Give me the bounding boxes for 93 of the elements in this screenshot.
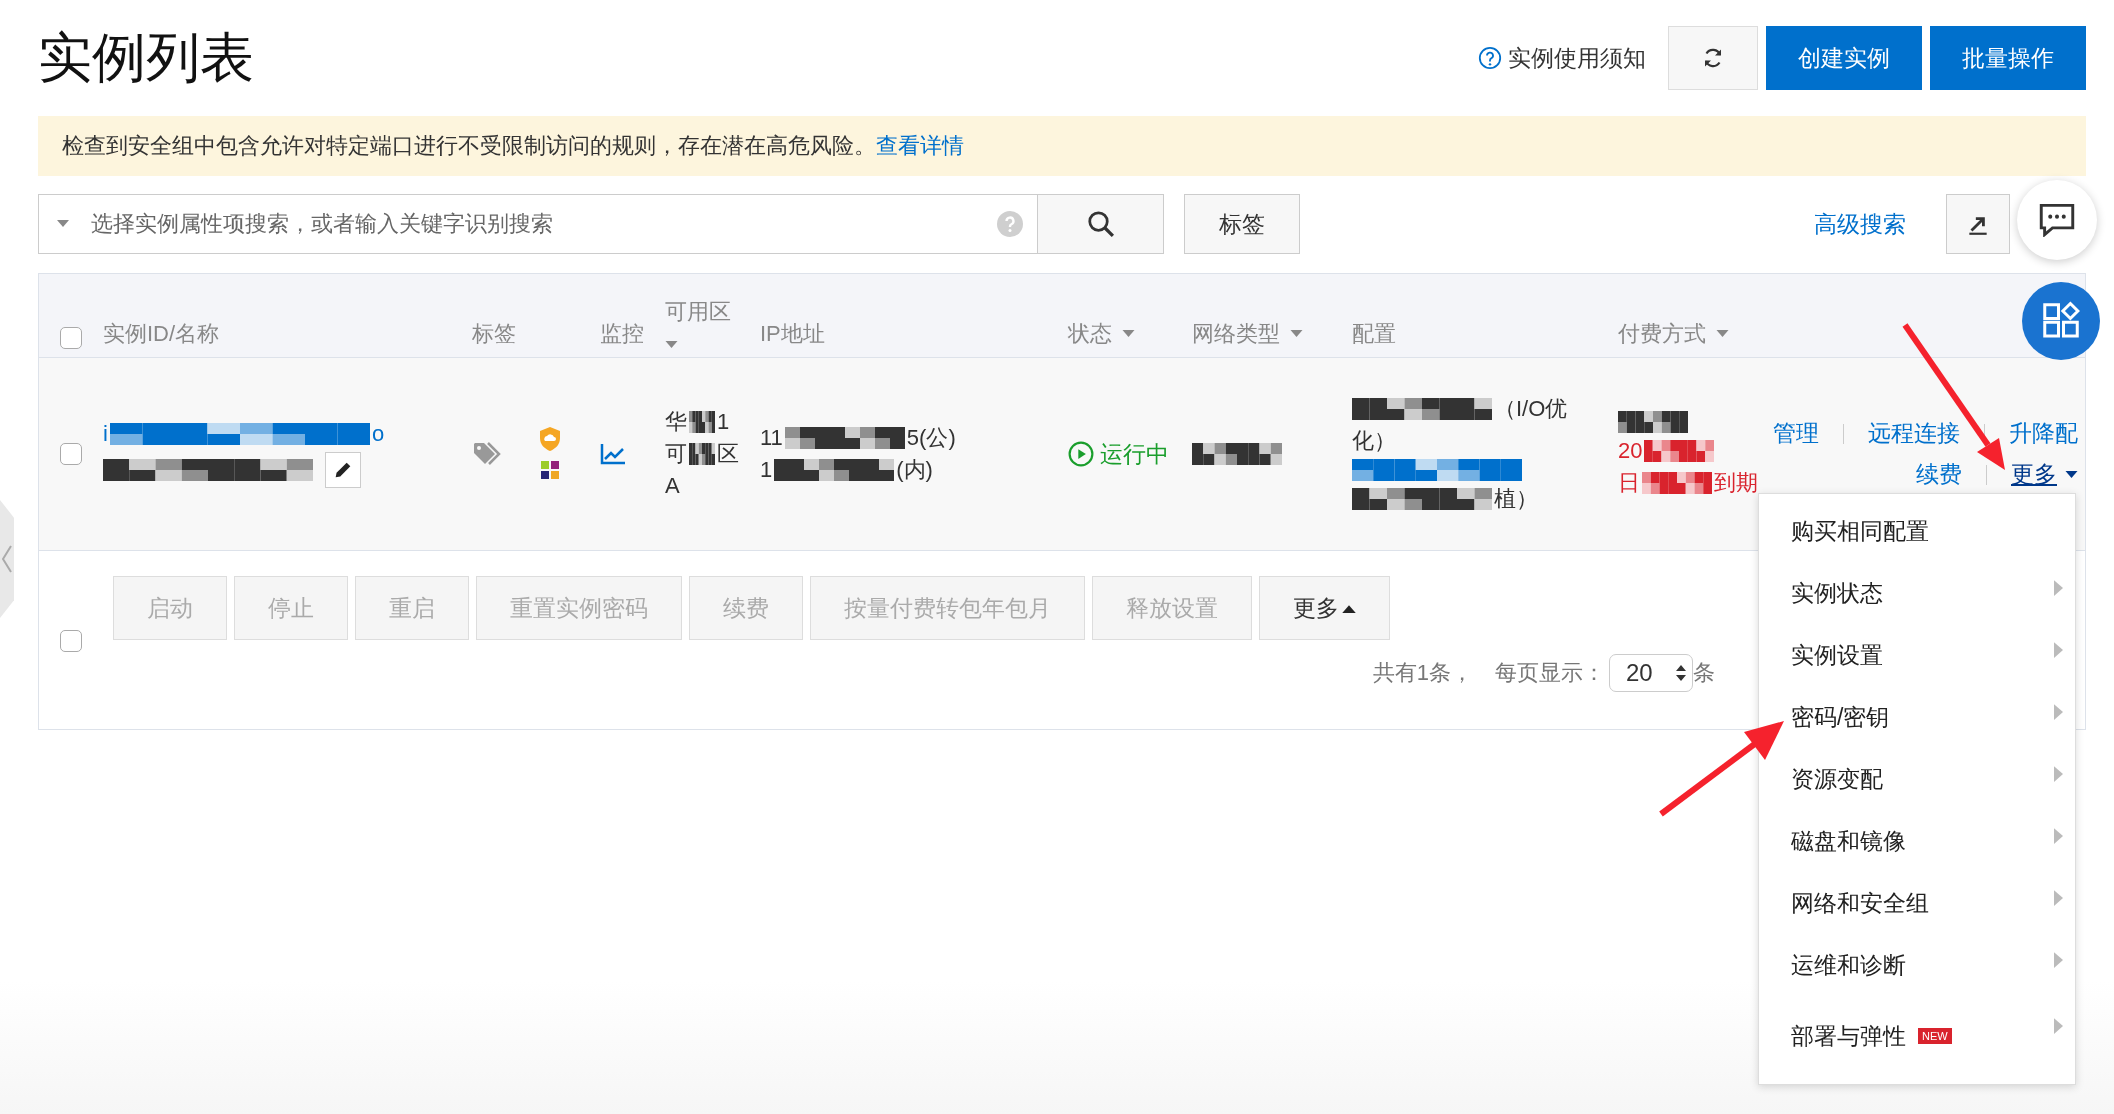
search-box[interactable]: 选择实例属性项搜索，或者输入关键字识别搜索 xyxy=(38,194,1038,254)
caret-icon[interactable] xyxy=(665,341,678,349)
menu-item[interactable]: 购买相同配置 xyxy=(1791,515,1929,547)
payment-text: 日 xyxy=(1618,469,1640,497)
export-button[interactable] xyxy=(1946,194,2010,254)
action-link[interactable]: 升降配 xyxy=(2009,418,2078,449)
submenu-arrow-icon xyxy=(2054,580,2063,596)
new-badge: NEW xyxy=(1918,1028,1952,1044)
menu-item[interactable]: 运维和诊断 xyxy=(1791,949,1906,981)
column-header: 可用区 xyxy=(665,298,731,326)
menu-item[interactable]: 实例状态 xyxy=(1791,577,1883,609)
submenu-arrow-icon xyxy=(2054,642,2063,658)
page-size-unit: 条 xyxy=(1693,659,1715,687)
caret-icon[interactable] xyxy=(57,220,69,228)
submenu-arrow-icon xyxy=(2054,766,2063,782)
config-text: 植） xyxy=(1494,485,1538,513)
chevron-icon xyxy=(2,544,12,574)
chat-icon xyxy=(2039,203,2075,237)
caret-icon xyxy=(1342,603,1356,613)
spinner-icon xyxy=(1676,664,1686,682)
primary-button[interactable]: 创建实例 xyxy=(1766,26,1922,90)
submenu-arrow-icon xyxy=(2054,890,2063,906)
column-header: 状态 xyxy=(1068,320,1112,348)
submenu-arrow-icon xyxy=(2054,1018,2063,1034)
advanced-search-link[interactable]: 高级搜索 xyxy=(1814,208,1906,240)
page-size-label: 每页显示： xyxy=(1495,659,1605,687)
submenu-arrow-icon xyxy=(2054,952,2063,968)
submenu-arrow-icon xyxy=(2054,704,2063,720)
caret-icon xyxy=(2065,470,2078,479)
chat-button[interactable] xyxy=(2017,180,2097,260)
pixelated-text xyxy=(689,411,715,433)
edit-button[interactable] xyxy=(325,452,361,488)
search-field[interactable]: 选择实例属性项搜索，或者输入关键字识别搜索 xyxy=(89,203,977,245)
action-link[interactable]: 续费 xyxy=(1916,459,1962,490)
caret-icon[interactable] xyxy=(1122,330,1135,338)
menu-item[interactable]: 密码/密钥 xyxy=(1791,701,1890,733)
action-link[interactable]: 远程连接 xyxy=(1868,418,1960,449)
payment-text: 20 xyxy=(1618,437,1643,465)
bulk-action-button[interactable]: 更多 xyxy=(1259,576,1390,640)
column-header: 付费方式 xyxy=(1618,320,1706,348)
payment-text: 到期 xyxy=(1714,469,1758,497)
tag-filter-button[interactable]: 标签 xyxy=(1184,194,1300,254)
zone-text: 区 xyxy=(717,440,739,468)
column-header: 配置 xyxy=(1352,320,1396,348)
column-header: IP地址 xyxy=(760,320,825,348)
action-link[interactable]: 管理 xyxy=(1773,418,1819,449)
warning-message: 检查到安全组中包含允许对特定端口进行不受限制访问的规则，存在潜在高危风险。 xyxy=(62,132,876,160)
menu-item[interactable]: 网络和安全组 xyxy=(1791,887,1929,919)
zone-text: A xyxy=(665,472,680,500)
search-icon xyxy=(1085,209,1116,239)
more-menu-link[interactable]: 更多 xyxy=(2011,459,2078,490)
ip-address-text: 11 xyxy=(760,424,783,452)
shield-icon xyxy=(538,426,562,452)
row-checkbox[interactable] xyxy=(60,443,82,465)
ip-address-text: (内) xyxy=(896,456,933,484)
zone-text: 可 xyxy=(665,440,687,468)
caret-icon[interactable] xyxy=(1716,330,1729,338)
column-header: 实例ID/名称 xyxy=(103,320,220,348)
config-text: 化） xyxy=(1352,427,1396,455)
select-all-checkbox[interactable] xyxy=(60,327,82,349)
pixelated-text xyxy=(1644,440,1715,462)
instance-id-text[interactable]: i xyxy=(103,420,108,448)
column-header: 网络类型 xyxy=(1192,320,1280,348)
pixelated-text xyxy=(1642,472,1712,494)
column-header: 标签 xyxy=(472,320,516,348)
chart-icon[interactable] xyxy=(600,443,626,465)
ip-address-text: 1 xyxy=(760,456,773,484)
column-header: 监控 xyxy=(600,320,644,348)
details-link[interactable]: 查看详情 xyxy=(876,131,964,161)
page-size-select[interactable]: 20 xyxy=(1609,654,1693,692)
menu-item[interactable]: 实例设置 xyxy=(1791,639,1883,671)
zone-text: 华 xyxy=(665,408,687,436)
config-text: （I/O优 xyxy=(1494,395,1568,423)
menu-item[interactable]: 磁盘和镜像 xyxy=(1791,825,1906,857)
search-button[interactable] xyxy=(1038,194,1164,254)
primary-button[interactable]: 批量操作 xyxy=(1930,26,2086,90)
menu-item[interactable]: 部署与弹性 xyxy=(1791,1020,1906,1052)
submenu-arrow-icon xyxy=(2054,828,2063,844)
pixelated-text xyxy=(1618,411,1688,433)
menu-item[interactable]: 资源变配 xyxy=(1791,763,1883,795)
zone-text: 1 xyxy=(717,408,730,436)
apps-icon xyxy=(2041,301,2081,341)
help-icon xyxy=(1478,46,1502,70)
os-logo-icon xyxy=(538,458,562,482)
help-link[interactable]: 实例使用须知 xyxy=(1478,42,1646,74)
ip-address-text: 5(公) xyxy=(906,424,956,452)
pixelated-text xyxy=(689,443,715,465)
total-count: 共有1条， xyxy=(1372,659,1473,687)
bulk-checkbox[interactable] xyxy=(60,630,82,652)
caret-icon[interactable] xyxy=(1290,330,1303,338)
page-title: 实例列表 xyxy=(38,25,254,89)
status-text: 运行中 xyxy=(1100,439,1169,469)
instance-id-text[interactable]: o xyxy=(371,420,385,448)
